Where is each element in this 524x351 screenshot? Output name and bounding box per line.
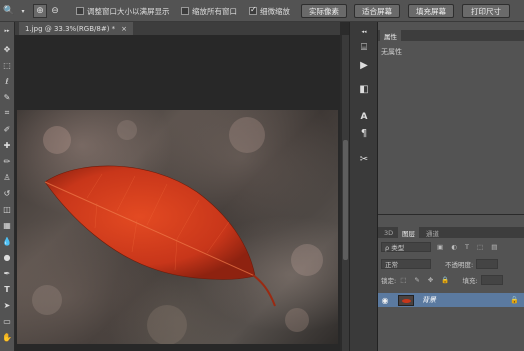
layer-row-background[interactable]: ◉ 背景 🔒 <box>378 293 524 307</box>
expand-panels-icon[interactable]: ◂◂ <box>357 25 371 39</box>
shape-tool-icon[interactable]: ▭ <box>0 314 14 328</box>
scrubby-zoom-checkbox[interactable]: 细微缩放 <box>249 5 290 17</box>
fill-screen-button[interactable]: 填充屏幕 <box>408 4 454 18</box>
opacity-field[interactable] <box>476 259 499 269</box>
fill-field[interactable] <box>480 275 503 285</box>
properties-content: 无属性 <box>381 48 402 56</box>
history-brush-tool-icon[interactable]: ↺ <box>0 186 14 200</box>
marquee-tool-icon[interactable]: ⬚ <box>0 58 14 72</box>
lasso-tool-icon[interactable]: ℓ <box>0 74 14 88</box>
canvas-area <box>15 35 340 351</box>
options-bar: 🔍 ▾ ⊕ ⊖ 调整窗口大小以满屏显示 缩放所有窗口 细微缩放 实际像素 适合屏… <box>0 0 524 22</box>
vertical-scrollbar[interactable] <box>342 35 349 351</box>
checkbox-icon <box>181 7 189 15</box>
clone-stamp-tool-icon[interactable]: ♙ <box>0 170 14 184</box>
move-tool-icon[interactable]: ✥ <box>0 42 14 56</box>
lock-label: 锁定: <box>381 277 397 285</box>
layers-tab-bar: 3D 图层 通道 <box>378 227 524 238</box>
image-canvas[interactable] <box>17 110 338 344</box>
opacity-label: 不透明度: <box>445 261 474 269</box>
character-panel-icon[interactable]: A <box>357 110 371 124</box>
blend-row: 正常 不透明度: <box>381 258 499 270</box>
tab-properties[interactable]: 属性 <box>380 30 401 41</box>
layer-filter-row: ρ 类型 ▣ ◐ T ⬚ ▤ <box>381 241 500 253</box>
paragraph-panel-icon[interactable]: ¶ <box>357 126 371 140</box>
checkbox-icon <box>76 7 84 15</box>
fit-screen-button[interactable]: 适合屏幕 <box>354 4 400 18</box>
lock-row: 锁定: ⬚ ✎ ✥ 🔒 填充: <box>381 274 503 286</box>
right-panel-dock: 属性 无属性 3D 图层 通道 ρ 类型 ▣ ◐ T ⬚ ▤ 正常 不透明度: … <box>377 22 524 351</box>
eye-icon[interactable]: ◉ <box>378 296 392 305</box>
fill-label: 填充: <box>462 277 478 285</box>
dodge-tool-icon[interactable]: ● <box>0 250 14 264</box>
path-select-tool-icon[interactable]: ➤ <box>0 298 14 312</box>
hand-tool-icon[interactable]: ✋ <box>0 330 14 344</box>
gradient-tool-icon[interactable]: ▦ <box>0 218 14 232</box>
eraser-tool-icon[interactable]: ◫ <box>0 202 14 216</box>
document-tab-bar: 1.jpg @ 33.3%(RGB/8#) * × <box>15 22 340 35</box>
layer-name: 背景 <box>422 296 436 304</box>
tool-presets-icon[interactable]: ✂ <box>357 152 371 166</box>
actual-pixels-button[interactable]: 实际像素 <box>301 4 347 18</box>
pen-tool-icon[interactable]: ✒ <box>0 266 14 280</box>
checkbox-checked-icon <box>249 5 257 15</box>
brush-tool-icon[interactable]: ✏ <box>0 154 14 168</box>
tab-channels[interactable]: 通道 <box>422 227 443 238</box>
blend-mode-select[interactable]: 正常 <box>381 259 431 269</box>
quick-select-tool-icon[interactable]: ✎ <box>0 90 14 104</box>
eyedropper-tool-icon[interactable]: ✐ <box>0 122 14 136</box>
actions-panel-icon[interactable]: ▶ <box>357 58 371 72</box>
print-size-button[interactable]: 打印尺寸 <box>462 4 510 18</box>
resize-windows-checkbox[interactable]: 调整窗口大小以满屏显示 <box>76 5 170 17</box>
lock-icons[interactable]: ⬚ ✎ ✥ 🔒 <box>400 276 452 284</box>
document-tab[interactable]: 1.jpg @ 33.3%(RGB/8#) * × <box>19 22 134 35</box>
type-tool-icon[interactable]: T <box>0 282 14 296</box>
zoom-out-icon[interactable]: ⊖ <box>48 4 62 18</box>
panel-divider <box>378 214 524 215</box>
zoom-in-icon[interactable]: ⊕ <box>33 4 47 18</box>
zoom-all-windows-checkbox[interactable]: 缩放所有窗口 <box>181 5 237 17</box>
zoom-tool-icon[interactable]: 🔍 <box>2 4 16 18</box>
adjustments-panel-icon[interactable]: ◧ <box>357 82 371 96</box>
panel-collapse-icon[interactable]: ▸▸ <box>0 24 14 38</box>
leaf-image <box>32 117 323 344</box>
blur-tool-icon[interactable]: 💧 <box>0 234 14 248</box>
tab-layers[interactable]: 图层 <box>398 227 419 238</box>
tools-panel: ▸▸ ✥ ⬚ ℓ ✎ ⌗ ✐ ✚ ✏ ♙ ↺ ◫ ▦ 💧 ● ✒ T ➤ ▭ ✋ <box>0 22 15 351</box>
tab-3d[interactable]: 3D <box>380 227 397 238</box>
close-icon[interactable]: × <box>121 25 127 33</box>
history-panel-icon[interactable]: ⌸ <box>357 40 371 54</box>
filter-icons[interactable]: ▣ ◐ T ⬚ ▤ <box>437 243 500 251</box>
kind-filter-select[interactable]: ρ 类型 <box>381 242 431 252</box>
properties-tab-bar: 属性 <box>378 30 524 41</box>
healing-brush-tool-icon[interactable]: ✚ <box>0 138 14 152</box>
collapsed-panel-strip: ◂◂ ⌸ ▶ ◧ A ¶ ✂ <box>349 22 377 351</box>
scrollbar-thumb[interactable] <box>343 140 348 260</box>
lock-icon: 🔒 <box>510 296 519 304</box>
crop-tool-icon[interactable]: ⌗ <box>0 106 14 120</box>
tool-preset-dropdown-icon[interactable]: ▾ <box>16 4 30 18</box>
layer-thumbnail <box>398 294 414 306</box>
